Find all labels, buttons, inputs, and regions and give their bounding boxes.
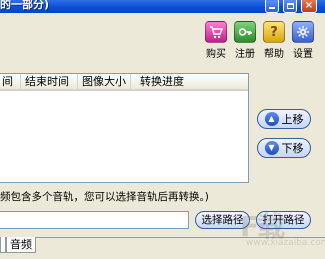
window-title: 的一部分) xyxy=(0,0,50,11)
close-icon: × xyxy=(304,0,314,11)
watermark: F载 www.xiazaiba.com xyxy=(240,205,325,255)
file-list[interactable]: 间 结束时间 图像大小 转换进度 xyxy=(0,73,249,183)
maximize-button[interactable] xyxy=(283,0,297,13)
watermark-url: www.xiazaiba.com xyxy=(246,238,325,248)
list-header: 间 结束时间 图像大小 转换进度 xyxy=(0,74,248,91)
minimize-button[interactable] xyxy=(265,0,279,13)
toolbar-buy-label: 购买 xyxy=(206,49,226,60)
maximize-icon xyxy=(286,3,294,9)
move-down-button[interactable]: ▼ 下移 xyxy=(257,138,311,158)
minimize-icon xyxy=(269,7,275,9)
cart-icon xyxy=(205,21,227,43)
column-end-time[interactable]: 结束时间 xyxy=(22,74,78,89)
toolbar-settings-button[interactable]: 设置 xyxy=(290,21,316,60)
double-up-arrow-icon: ▲ xyxy=(264,112,279,126)
column-start-time[interactable]: 间 xyxy=(0,74,21,89)
settings-icon xyxy=(292,21,314,43)
title-bar: 的一部分) × xyxy=(0,0,325,13)
close-button[interactable]: × xyxy=(301,0,317,13)
tab-audio[interactable]: 音频 xyxy=(6,237,36,253)
toolbar-buy-button[interactable]: 购买 xyxy=(203,21,229,60)
help-icon: ? xyxy=(263,21,285,43)
column-progress[interactable]: 转换进度 xyxy=(132,74,192,89)
output-path-input[interactable] xyxy=(0,211,189,229)
toolbar-settings-label: 设置 xyxy=(293,49,313,60)
toolbar-register-button[interactable]: 注册 xyxy=(232,21,258,60)
key-icon xyxy=(234,21,256,43)
toolbar-help-label: 帮助 xyxy=(264,49,284,60)
audio-track-note: 频包含多个音轨，您可以选择音轨后再转换。) xyxy=(0,191,209,203)
toolbar-register-label: 注册 xyxy=(235,49,255,60)
move-up-label: 上移 xyxy=(281,113,304,126)
column-image-size[interactable]: 图像大小 xyxy=(79,74,131,89)
toolbar-help-button[interactable]: ? 帮助 xyxy=(261,21,287,60)
double-down-arrow-icon: ▼ xyxy=(264,141,279,155)
move-down-label: 下移 xyxy=(281,142,304,155)
move-up-button[interactable]: ▲ 上移 xyxy=(257,109,311,129)
